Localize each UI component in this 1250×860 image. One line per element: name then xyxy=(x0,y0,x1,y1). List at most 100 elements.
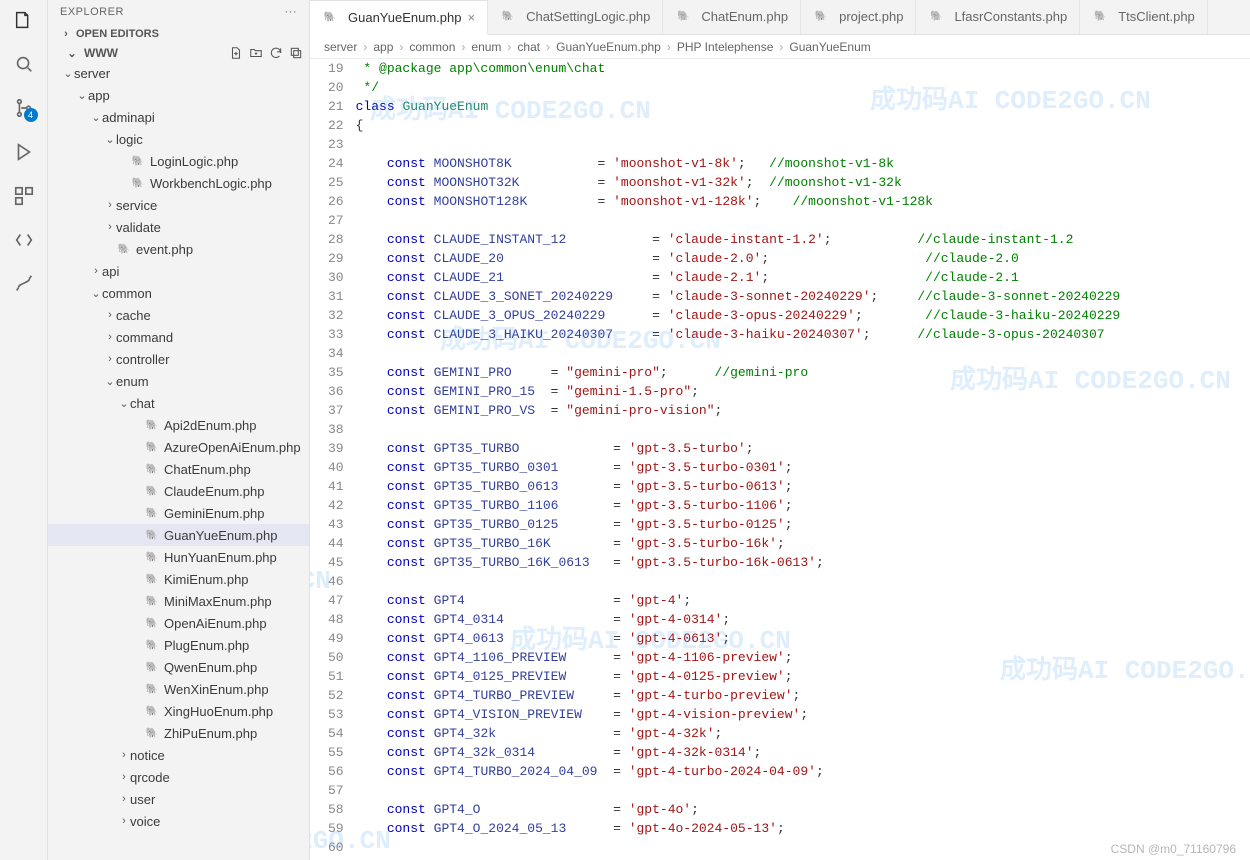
php-file-icon: 🐘 xyxy=(144,681,160,697)
folder-server[interactable]: ⌄server xyxy=(48,62,309,84)
file-claude[interactable]: 🐘ClaudeEnum.php xyxy=(48,480,309,502)
breadcrumb-item[interactable]: chat xyxy=(517,40,540,54)
line-gutter: 1920212223242526272829303132333435363738… xyxy=(310,59,356,860)
php-file-icon: 🐘 xyxy=(144,439,160,455)
folder-user[interactable]: ›user xyxy=(48,788,309,810)
file-zhipu[interactable]: 🐘ZhiPuEnum.php xyxy=(48,722,309,744)
new-folder-icon[interactable] xyxy=(249,46,263,60)
file-hunyuan[interactable]: 🐘HunYuanEnum.php xyxy=(48,546,309,568)
refresh-icon[interactable] xyxy=(269,46,283,60)
chevron-right-icon: › xyxy=(363,40,367,54)
tab-lfasrconstants-php[interactable]: 🐘LfasrConstants.php xyxy=(916,0,1080,34)
explorer-sidebar: EXPLORER ··· ›OPEN EDITORS ⌄WWW xyxy=(48,0,310,860)
tab-project-php[interactable]: 🐘project.php xyxy=(801,0,916,34)
folder-cache[interactable]: ›cache xyxy=(48,304,309,326)
file-tree: ⌄server⌄app⌄adminapi⌄logic🐘LoginLogic.ph… xyxy=(48,62,309,860)
chevron-right-icon: › xyxy=(667,40,671,54)
breadcrumb-item[interactable]: PHP Intelephense xyxy=(677,40,774,54)
chevron-right-icon: › xyxy=(399,40,403,54)
file-qwen[interactable]: 🐘QwenEnum.php xyxy=(48,656,309,678)
workspace-root[interactable]: ⌄WWW xyxy=(48,44,309,62)
folder-controller[interactable]: ›controller xyxy=(48,348,309,370)
file-azure[interactable]: 🐘AzureOpenAiEnum.php xyxy=(48,436,309,458)
file-minimax[interactable]: 🐘MiniMaxEnum.php xyxy=(48,590,309,612)
breadcrumb-item[interactable]: server xyxy=(324,40,357,54)
file-xinghuo[interactable]: 🐘XingHuoEnum.php xyxy=(48,700,309,722)
breadcrumb-item[interactable]: app xyxy=(373,40,393,54)
php-file-icon: 🐘 xyxy=(144,549,160,565)
breadcrumb-item[interactable]: common xyxy=(409,40,455,54)
chevron-right-icon: › xyxy=(461,40,465,54)
folder-app[interactable]: ⌄app xyxy=(48,84,309,106)
file-chatenum[interactable]: 🐘ChatEnum.php xyxy=(48,458,309,480)
php-file-icon: 🐘 xyxy=(675,9,691,25)
more-icon[interactable]: ··· xyxy=(285,6,298,18)
tab-chatsettinglogic-php[interactable]: 🐘ChatSettingLogic.php xyxy=(488,0,663,34)
php-file-icon: 🐘 xyxy=(928,9,944,25)
php-file-icon: 🐘 xyxy=(144,703,160,719)
folder-chat[interactable]: ⌄chat xyxy=(48,392,309,414)
file-api2d[interactable]: 🐘Api2dEnum.php xyxy=(48,414,309,436)
collapse-all-icon[interactable] xyxy=(289,46,303,60)
scm-badge: 4 xyxy=(24,108,38,122)
new-file-icon[interactable] xyxy=(229,46,243,60)
file-openai[interactable]: 🐘OpenAiEnum.php xyxy=(48,612,309,634)
php-file-icon: 🐘 xyxy=(144,571,160,587)
php-file-icon: 🐘 xyxy=(1092,9,1108,25)
folder-adminapi[interactable]: ⌄adminapi xyxy=(48,106,309,128)
close-icon[interactable]: × xyxy=(467,10,475,25)
app-root: 4 EXPLORER ··· ›OPEN EDITORS ⌄WWW xyxy=(0,0,1250,860)
tab-chatenum-php[interactable]: 🐘ChatEnum.php xyxy=(663,0,801,34)
breadcrumbs[interactable]: server › app › common › enum › chat › GuanYueEnum.… xyxy=(310,35,1250,59)
source-control-icon[interactable]: 4 xyxy=(12,96,36,120)
chevron-right-icon: › xyxy=(546,40,550,54)
folder-voice[interactable]: ›voice xyxy=(48,810,309,832)
php-file-icon: 🐘 xyxy=(130,175,146,191)
php-file-icon: 🐘 xyxy=(144,637,160,653)
folder-command[interactable]: ›command xyxy=(48,326,309,348)
php-file-icon: 🐘 xyxy=(144,725,160,741)
folder-api[interactable]: ›api xyxy=(48,260,309,282)
chevron-right-icon: › xyxy=(779,40,783,54)
php-file-icon: 🐘 xyxy=(144,615,160,631)
activity-extra-icon-2[interactable] xyxy=(12,272,36,296)
file-event_php[interactable]: 🐘event.php xyxy=(48,238,309,260)
php-file-icon: 🐘 xyxy=(322,10,338,26)
file-gemini[interactable]: 🐘GeminiEnum.php xyxy=(48,502,309,524)
folder-common[interactable]: ⌄common xyxy=(48,282,309,304)
file-login_logic[interactable]: 🐘LoginLogic.php xyxy=(48,150,309,172)
php-file-icon: 🐘 xyxy=(144,417,160,433)
run-icon[interactable] xyxy=(12,140,36,164)
php-file-icon: 🐘 xyxy=(500,9,516,25)
file-plug[interactable]: 🐘PlugEnum.php xyxy=(48,634,309,656)
file-wenxin[interactable]: 🐘WenXinEnum.php xyxy=(48,678,309,700)
folder-notice[interactable]: ›notice xyxy=(48,744,309,766)
file-workbench_logic[interactable]: 🐘WorkbenchLogic.php xyxy=(48,172,309,194)
php-file-icon: 🐘 xyxy=(144,659,160,675)
breadcrumb-item[interactable]: enum xyxy=(471,40,501,54)
activity-extra-icon-1[interactable] xyxy=(12,228,36,252)
code-content[interactable]: * @package app\common\enum\chat */class … xyxy=(356,59,1250,860)
tab-guanyueenum-php[interactable]: 🐘GuanYueEnum.php× xyxy=(310,0,488,35)
tab-ttsclient-php[interactable]: 🐘TtsClient.php xyxy=(1080,0,1208,34)
extensions-icon[interactable] xyxy=(12,184,36,208)
php-file-icon: 🐘 xyxy=(144,461,160,477)
files-icon[interactable] xyxy=(12,8,36,32)
explorer-header: EXPLORER ··· xyxy=(48,0,309,24)
open-editors-section[interactable]: ›OPEN EDITORS xyxy=(48,24,309,44)
search-icon[interactable] xyxy=(12,52,36,76)
folder-validate[interactable]: ›validate xyxy=(48,216,309,238)
breadcrumb-item[interactable]: GuanYueEnum.php xyxy=(556,40,661,54)
php-file-icon: 🐘 xyxy=(813,9,829,25)
folder-service[interactable]: ›service xyxy=(48,194,309,216)
file-guanyue[interactable]: 🐘GuanYueEnum.php xyxy=(48,524,309,546)
php-file-icon: 🐘 xyxy=(130,153,146,169)
explorer-title: EXPLORER xyxy=(60,6,124,18)
folder-enum[interactable]: ⌄enum xyxy=(48,370,309,392)
folder-qrcode[interactable]: ›qrcode xyxy=(48,766,309,788)
breadcrumb-item[interactable]: GuanYueEnum xyxy=(789,40,870,54)
folder-logic[interactable]: ⌄logic xyxy=(48,128,309,150)
file-kimi[interactable]: 🐘KimiEnum.php xyxy=(48,568,309,590)
code-editor[interactable]: 1920212223242526272829303132333435363738… xyxy=(310,59,1250,860)
php-file-icon: 🐘 xyxy=(144,593,160,609)
